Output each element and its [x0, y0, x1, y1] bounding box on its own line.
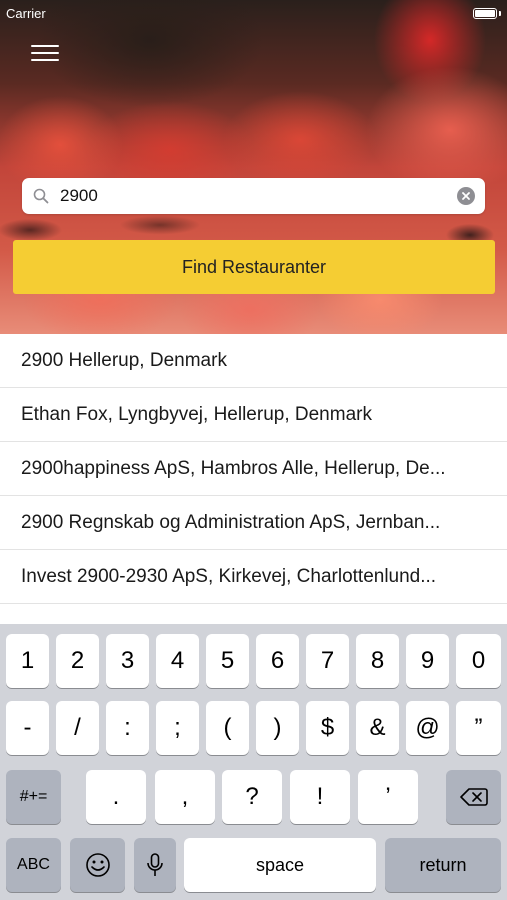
- key-close-paren[interactable]: ): [256, 701, 299, 755]
- menu-icon[interactable]: [31, 40, 61, 64]
- dictation-key[interactable]: [134, 838, 176, 892]
- result-item[interactable]: Ethan Fox, Lyngbyvej, Hellerup, Denmark: [0, 388, 507, 442]
- backspace-key[interactable]: [446, 770, 501, 824]
- status-bar: Carrier: [0, 0, 507, 26]
- key-2[interactable]: 2: [56, 634, 99, 688]
- key-at[interactable]: @: [406, 701, 449, 755]
- carrier-label: Carrier: [6, 6, 46, 21]
- key-slash[interactable]: /: [56, 701, 99, 755]
- key-quote[interactable]: ”: [456, 701, 501, 755]
- result-item[interactable]: 2900 Hellerup, Denmark: [0, 334, 507, 388]
- key-8[interactable]: 8: [356, 634, 399, 688]
- key-period[interactable]: .: [86, 770, 146, 824]
- search-input[interactable]: [60, 182, 440, 210]
- result-item[interactable]: 2900 Regnskab og Administration ApS, Jer…: [0, 496, 507, 550]
- search-icon: [33, 188, 49, 204]
- key-ampersand[interactable]: &: [356, 701, 399, 755]
- key-colon[interactable]: :: [106, 701, 149, 755]
- key-semicolon[interactable]: ;: [156, 701, 199, 755]
- return-key[interactable]: return: [385, 838, 501, 892]
- battery-icon: [473, 8, 497, 19]
- clear-icon[interactable]: [457, 187, 475, 205]
- battery-tip: [499, 11, 501, 16]
- key-apostrophe[interactable]: ’: [358, 770, 418, 824]
- key-1[interactable]: 1: [6, 634, 49, 688]
- key-3[interactable]: 3: [106, 634, 149, 688]
- result-item[interactable]: Invest 2900-2930 ApS, Kirkevej, Charlott…: [0, 550, 507, 604]
- key-4[interactable]: 4: [156, 634, 199, 688]
- key-open-paren[interactable]: (: [206, 701, 249, 755]
- key-question[interactable]: ?: [222, 770, 282, 824]
- key-9[interactable]: 9: [406, 634, 449, 688]
- space-key[interactable]: space: [184, 838, 376, 892]
- result-label: 2900 Regnskab og Administration ApS, Jer…: [21, 511, 441, 533]
- emoji-key[interactable]: [70, 838, 125, 892]
- backspace-icon: [459, 788, 488, 806]
- keyboard: 1 2 3 4 5 6 7 8 9 0 - / : ; ( ) $ & @ ” …: [0, 624, 507, 900]
- result-label: Invest 2900-2930 ApS, Kirkevej, Charlott…: [21, 565, 437, 587]
- key-exclamation[interactable]: !: [290, 770, 350, 824]
- result-label: 2900 Hellerup, Denmark: [21, 349, 227, 371]
- emoji-icon: [85, 853, 110, 877]
- results-list: 2900 Hellerup, Denmark Ethan Fox, Lyngby…: [0, 334, 507, 624]
- key-comma[interactable]: ,: [155, 770, 215, 824]
- key-5[interactable]: 5: [206, 634, 249, 688]
- abc-key[interactable]: ABC: [6, 838, 61, 892]
- result-item[interactable]: 2900happiness ApS, Hambros Alle, Helleru…: [0, 442, 507, 496]
- key-dollar[interactable]: $: [306, 701, 349, 755]
- key-hyphen[interactable]: -: [6, 701, 49, 755]
- search-bar[interactable]: [22, 178, 485, 214]
- key-7[interactable]: 7: [306, 634, 349, 688]
- key-0[interactable]: 0: [456, 634, 501, 688]
- find-restaurants-button[interactable]: Find Restauranter: [13, 240, 495, 294]
- symbols-key[interactable]: #+=: [6, 770, 61, 824]
- result-label: Ethan Fox, Lyngbyvej, Hellerup, Denmark: [21, 403, 372, 425]
- key-6[interactable]: 6: [256, 634, 299, 688]
- result-label: 2900happiness ApS, Hambros Alle, Helleru…: [21, 457, 446, 479]
- microphone-icon: [147, 853, 163, 876]
